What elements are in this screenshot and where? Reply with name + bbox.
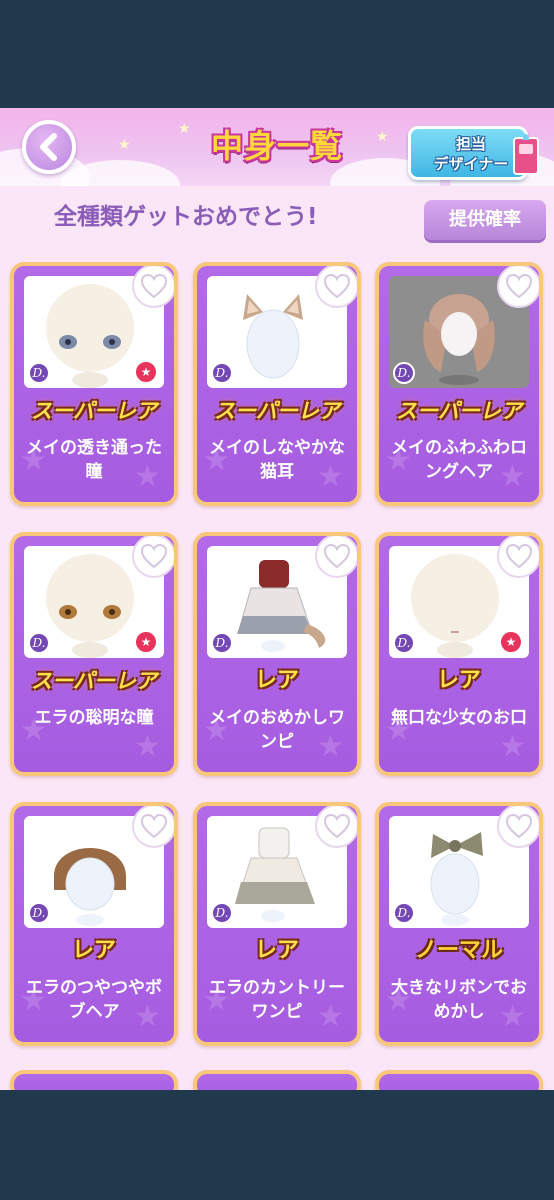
heart-icon — [505, 273, 533, 299]
item-card[interactable]: ★ ★ D. レア エラのつやつやボブヘア — [10, 802, 178, 1046]
congrats-message: 全種類ゲットおめでとう! — [54, 204, 318, 230]
favorite-star-icon: ★ — [134, 360, 158, 384]
item-list-screen: ★ ★ ★ 中身一覧 担当 デザイナー 全種類ゲットおめでとう! 提供確率 ★ … — [0, 108, 554, 1090]
heart-icon — [140, 273, 168, 299]
item-card[interactable] — [10, 1070, 178, 1090]
item-card[interactable]: ★ ★ D. ノーマル 大きなリボンでおめかし — [375, 802, 543, 1046]
rarity-label: スーパーレア — [214, 399, 340, 423]
item-card-body: ★ ★ D. レア メイのおめかしワンピ — [197, 536, 357, 772]
item-card[interactable]: ★ ★ D. スーパーレア メイのしなやかな猫耳 — [193, 262, 361, 506]
item-card-body — [197, 1074, 357, 1090]
page-title: 中身一覧 — [210, 127, 343, 165]
designer-book-icon — [513, 134, 539, 175]
favorite-star-icon: ★ — [134, 630, 158, 654]
item-card-body — [379, 1074, 539, 1090]
heart-icon — [505, 543, 533, 569]
rarity-label: ノーマル — [414, 938, 503, 963]
item-name: メイのおめかしワンピ — [209, 708, 345, 752]
item-name: エラの聡明な瞳 — [34, 708, 154, 728]
item-card-body: ★ ★ D. スーパーレア メイのしなやかな猫耳 — [197, 266, 357, 502]
designer-badge: D. — [211, 632, 233, 654]
designer-badge: D. — [28, 362, 50, 384]
item-card[interactable]: ★ ★ D. ★ スーパーレア エラの聡明な瞳 — [10, 532, 178, 776]
heart-icon — [140, 813, 168, 839]
rarity-label: レア — [436, 668, 481, 693]
item-card-body: ★ ★ D. ★ スーパーレア エラの聡明な瞳 — [14, 536, 174, 772]
back-button[interactable] — [22, 120, 76, 174]
item-card[interactable]: ★ ★ D. レア エラのカントリーワンピ — [193, 802, 361, 1046]
favorite-star-icon: ★ — [499, 630, 523, 654]
item-card-body: ★ ★ D. ★ レア 無口な少女のお口 — [379, 536, 539, 772]
app-frame: ★ ★ ★ 中身一覧 担当 デザイナー 全種類ゲットおめでとう! 提供確率 ★ … — [0, 0, 554, 1200]
item-card[interactable] — [375, 1070, 543, 1090]
item-card-body: ★ ★ D. レア エラのカントリーワンピ — [197, 806, 357, 1042]
item-card-body: ★ ★ D. ノーマル 大きなリボンでおめかし — [379, 806, 539, 1042]
heart-icon — [140, 543, 168, 569]
item-card[interactable]: ★ ★ D. ★ レア 無口な少女のお口 — [375, 532, 543, 776]
rarity-label: スーパーレア — [396, 399, 522, 423]
heart-button[interactable] — [497, 266, 539, 308]
item-card[interactable]: ★ ★ D. ★ スーパーレア メイの透き通った瞳 — [10, 262, 178, 506]
designer-button[interactable]: 担当 デザイナー — [408, 120, 548, 182]
rarity-label: レア — [254, 668, 299, 693]
heart-button[interactable] — [497, 536, 539, 578]
designer-label-line1: 担当 — [455, 135, 486, 153]
heart-button[interactable] — [315, 806, 357, 848]
heart-icon — [505, 813, 533, 839]
drop-rates-button[interactable]: 提供確率 — [424, 200, 546, 240]
heart-button[interactable] — [132, 266, 174, 308]
bottom-bar — [0, 1090, 554, 1200]
designer-badge: D. — [28, 632, 50, 654]
item-name: エラのつやつやボブヘア — [26, 978, 162, 1022]
status-bar — [0, 0, 554, 108]
item-card[interactable]: ★ ★ D. スーパーレア メイのふわふわロングヘア — [375, 262, 543, 506]
designer-badge: D. — [393, 362, 415, 384]
heart-icon — [323, 543, 351, 569]
rarity-label: レア — [71, 938, 116, 963]
item-name: エラのカントリーワンピ — [209, 978, 345, 1022]
heart-button[interactable] — [315, 536, 357, 578]
designer-badge: D. — [393, 632, 415, 654]
heart-icon — [323, 813, 351, 839]
sparkle-icon: ★ — [118, 137, 131, 153]
designer-badge: D. — [211, 362, 233, 384]
item-name: メイのふわふわロングヘア — [391, 438, 527, 482]
rarity-label: スーパーレア — [31, 669, 157, 693]
item-name: 無口な少女のお口 — [391, 708, 527, 728]
designer-badge: D. — [28, 902, 50, 924]
rarity-label: スーパーレア — [31, 399, 157, 423]
designer-label-line2: デザイナー — [433, 155, 509, 173]
item-card[interactable] — [193, 1070, 361, 1090]
rarity-label: レア — [254, 938, 299, 963]
designer-button-face: 担当 デザイナー — [408, 126, 528, 180]
item-card-body: ★ ★ D. スーパーレア メイのふわふわロングヘア — [379, 266, 539, 502]
heart-icon — [323, 273, 351, 299]
item-card[interactable]: ★ ★ D. レア メイのおめかしワンピ — [193, 532, 361, 776]
item-card-body: ★ ★ D. ★ スーパーレア メイの透き通った瞳 — [14, 266, 174, 502]
item-name: メイの透き通った瞳 — [26, 438, 162, 482]
heart-button[interactable] — [132, 536, 174, 578]
designer-badge: D. — [211, 902, 233, 924]
item-card-body: ★ ★ D. レア エラのつやつやボブヘア — [14, 806, 174, 1042]
item-name: メイのしなやかな猫耳 — [209, 438, 345, 482]
header-bar: ★ ★ ★ 中身一覧 担当 デザイナー — [0, 108, 554, 186]
item-name: 大きなリボンでおめかし — [391, 978, 527, 1022]
heart-button[interactable] — [315, 266, 357, 308]
designer-badge: D. — [393, 902, 415, 924]
heart-button[interactable] — [497, 806, 539, 848]
item-card-body — [14, 1074, 174, 1090]
chevron-left-icon — [40, 133, 57, 161]
heart-button[interactable] — [132, 806, 174, 848]
